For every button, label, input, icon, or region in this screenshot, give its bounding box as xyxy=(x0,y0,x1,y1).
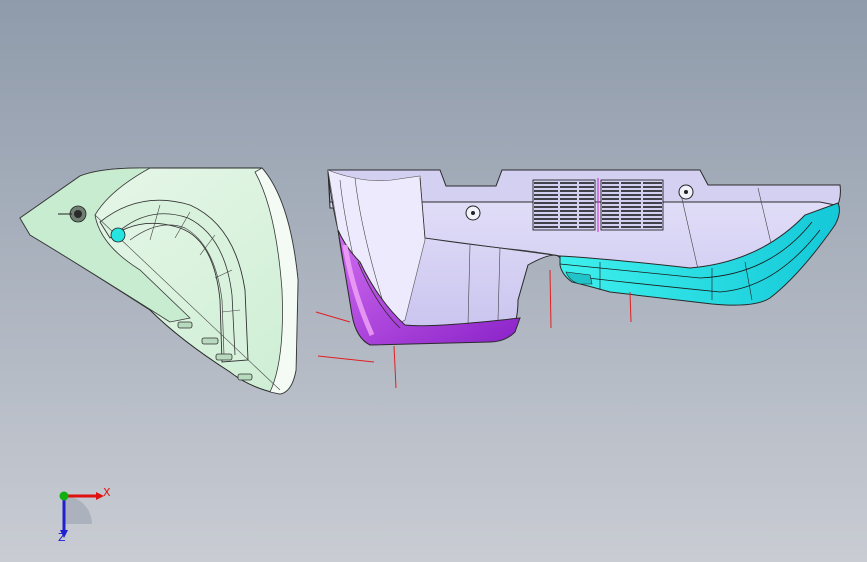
z-axis-label: Z xyxy=(58,531,66,544)
mounting-hole-left-icon xyxy=(465,205,481,221)
cad-viewport[interactable]: X Z xyxy=(0,0,867,562)
left-cover-part[interactable] xyxy=(19,167,299,395)
cyan-hole-icon xyxy=(110,227,126,243)
x-axis-label: X xyxy=(103,486,111,499)
mounting-hole-right-icon xyxy=(678,184,694,200)
3d-model-scene[interactable] xyxy=(0,0,867,562)
axis-triad xyxy=(59,491,104,538)
vent-grille xyxy=(532,178,664,232)
